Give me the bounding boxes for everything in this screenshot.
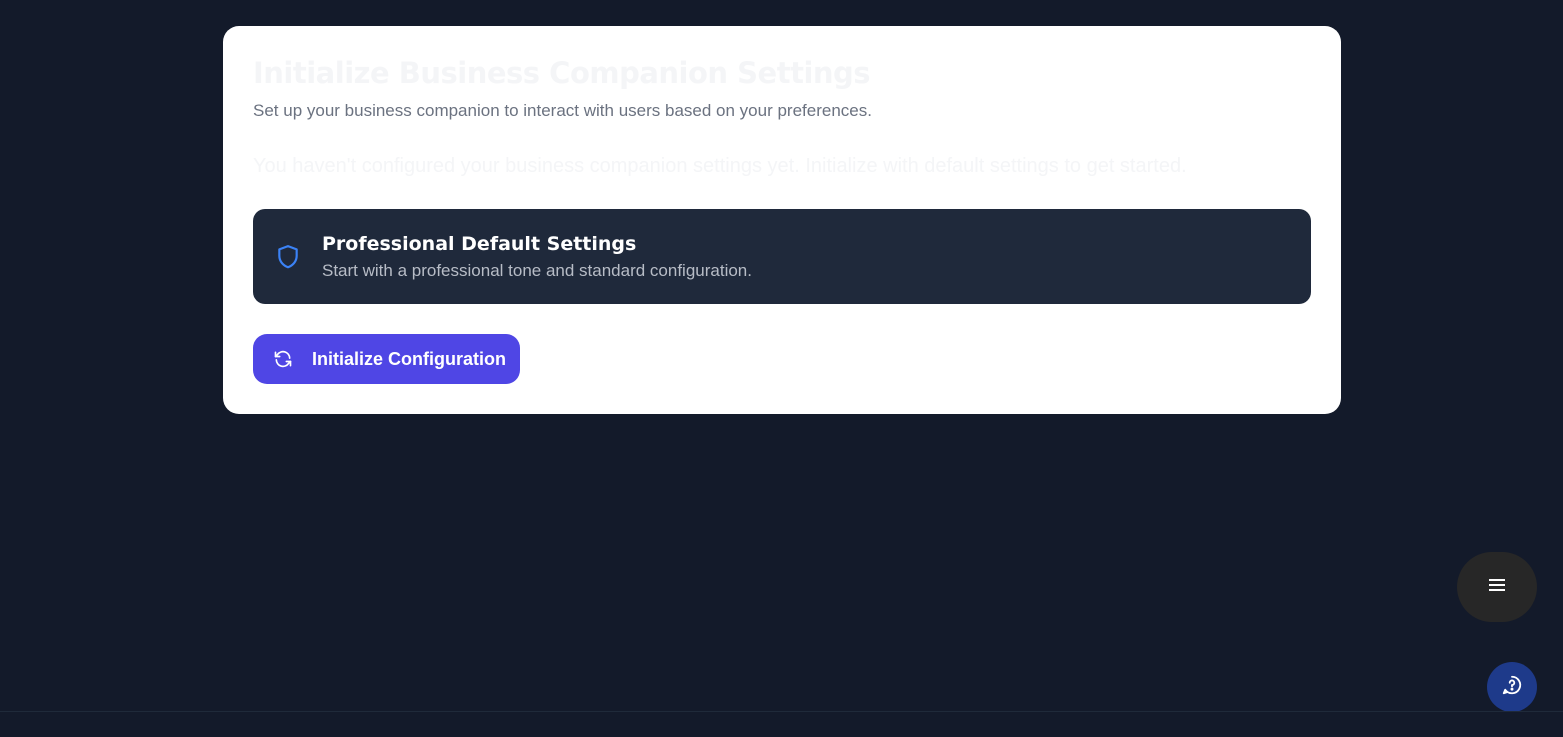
initialize-configuration-label: Initialize Configuration — [312, 349, 506, 369]
setup-notice: You haven't configured your business com… — [253, 155, 1187, 177]
help-chat-icon — [1501, 674, 1523, 701]
page-title: Initialize Business Companion Settings — [253, 56, 871, 90]
menu-icon — [1489, 578, 1505, 597]
option-title: Professional Default Settings — [322, 232, 637, 255]
page: Initialize Business Companion Settings S… — [0, 0, 1563, 737]
help-chat-button[interactable] — [1487, 662, 1537, 712]
initialize-configuration-button[interactable]: Initialize Configuration — [253, 334, 520, 384]
professional-default-option[interactable]: Professional Default Settings Start with… — [253, 209, 1311, 304]
menu-button[interactable] — [1457, 552, 1537, 622]
settings-card: Initialize Business Companion Settings S… — [223, 26, 1341, 414]
footer-divider — [0, 711, 1563, 712]
option-description: Start with a professional tone and stand… — [322, 260, 752, 280]
page-subtitle: Set up your business companion to intera… — [253, 101, 872, 120]
option-text: Professional Default Settings Start with… — [322, 232, 752, 282]
refresh-icon — [273, 349, 293, 369]
shield-icon — [274, 241, 302, 273]
